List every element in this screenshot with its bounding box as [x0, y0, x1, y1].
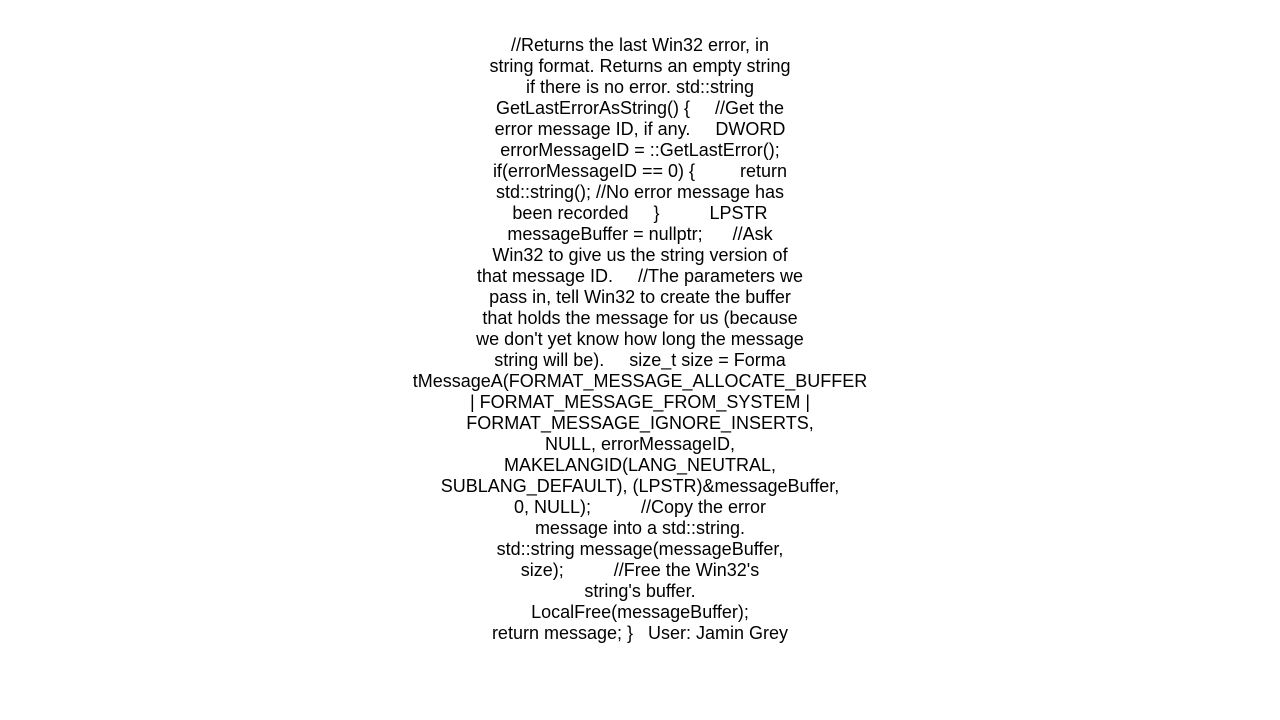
text-line: messageBuffer = nullptr; //Ask — [507, 224, 773, 244]
text-line-author: return message; } User: Jamin Grey — [491, 623, 789, 643]
text-line: NULL, errorMessageID, — [544, 434, 736, 454]
text-line: GetLastErrorAsString() { //Get the — [495, 98, 785, 118]
text-line: Win32 to give us the string version of — [492, 245, 788, 265]
text-line: | FORMAT_MESSAGE_FROM_SYSTEM | — [469, 392, 811, 412]
text-line: errorMessageID = ::GetLastError(); — [500, 140, 780, 160]
text-line: message into a std::string. — [534, 518, 746, 538]
text-line: that message ID. //The parameters we — [476, 266, 804, 286]
text-line: string format. Returns an empty string — [489, 56, 791, 76]
text-line: 0, NULL); //Copy the error — [513, 497, 767, 517]
text-line: FORMAT_MESSAGE_IGNORE_INSERTS, — [466, 413, 814, 433]
text-line: string will be). size_t size = Forma — [494, 350, 786, 370]
text-line: LocalFree(messageBuffer); — [531, 602, 749, 622]
text-line: error message ID, if any. DWORD — [494, 119, 786, 139]
text-line: if(errorMessageID == 0) { return — [492, 161, 788, 181]
text-line: MAKELANGID(LANG_NEUTRAL, — [503, 455, 777, 475]
text-line: //Returns the last Win32 error, in — [510, 35, 770, 55]
text-line: pass in, tell Win32 to create the buffer — [489, 287, 791, 307]
text-line: size); //Free the Win32's — [520, 560, 760, 580]
text-line: std::string(); //No error message has — [495, 182, 785, 202]
text-line: string's buffer. — [584, 581, 696, 601]
text-line: if there is no error. std::string — [525, 77, 755, 97]
text-line: SUBLANG_DEFAULT), (LPSTR)&messageBuffer, — [440, 476, 840, 496]
text-line: std::string message(messageBuffer, — [496, 539, 784, 559]
code-snippet-text: //Returns the last Win32 error, in strin… — [0, 35, 1280, 644]
text-line: tMessageA(FORMAT_MESSAGE_ALLOCATE_BUFFER — [412, 371, 868, 391]
text-line: that holds the message for us (because — [482, 308, 798, 328]
text-line: we don't yet know how long the message — [476, 329, 804, 349]
text-line: been recorded } LPSTR — [512, 203, 768, 223]
